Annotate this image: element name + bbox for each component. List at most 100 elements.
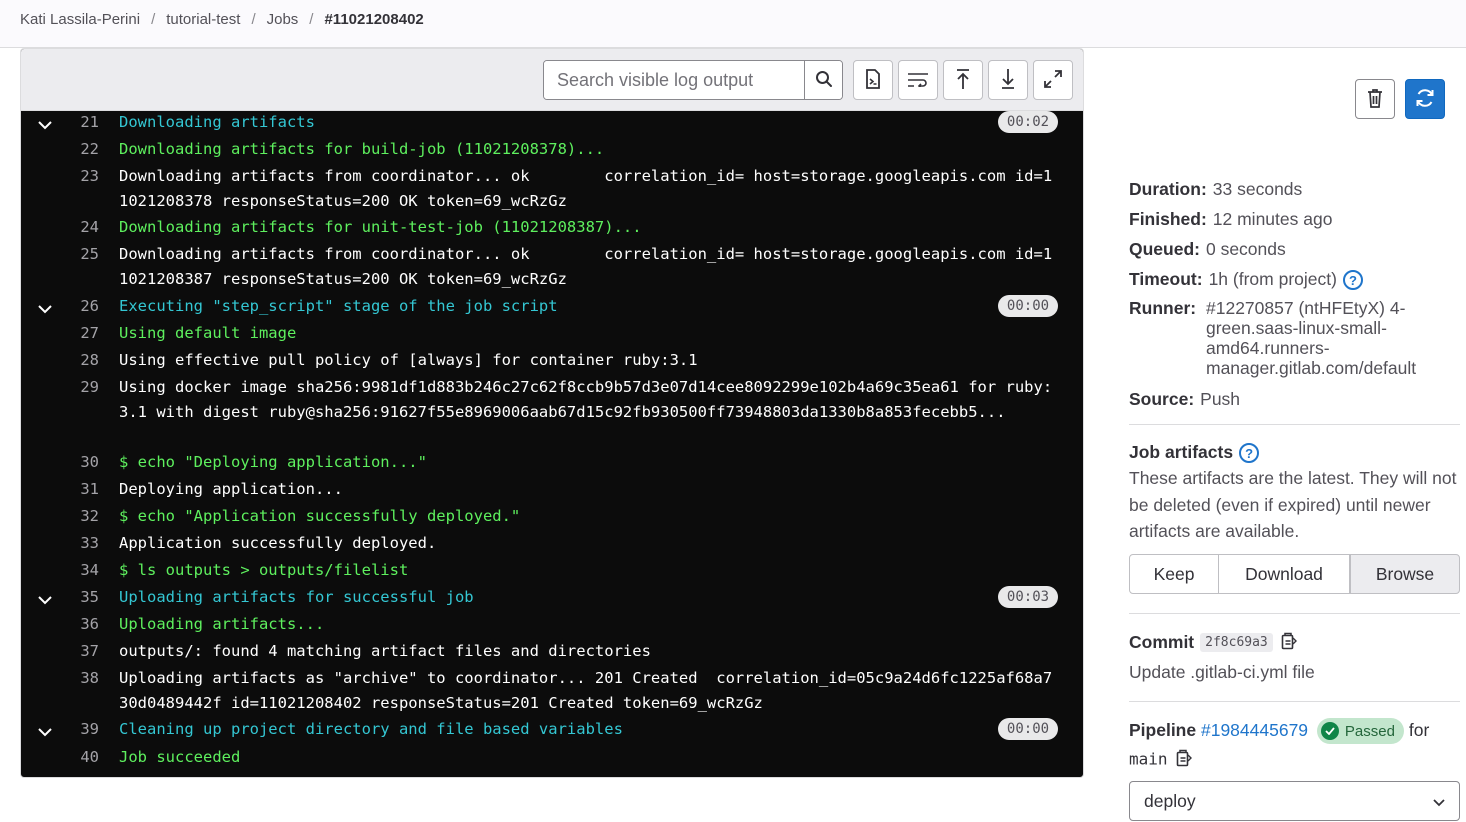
- log-line-text: Deploying application...: [119, 480, 343, 498]
- section-duration-badge: 00:03: [998, 586, 1058, 608]
- show-raw-log-button[interactable]: [853, 60, 893, 100]
- timeout-label: Timeout:: [1129, 269, 1203, 289]
- help-icon[interactable]: ?: [1239, 443, 1260, 464]
- chevron-down-icon[interactable]: [37, 301, 53, 317]
- check-circle-icon: [1320, 722, 1339, 740]
- divider: [1129, 424, 1460, 425]
- log-search-input[interactable]: [544, 61, 804, 99]
- commit-row: Commit 2f8c69a3: [1129, 632, 1297, 655]
- chevron-down-icon[interactable]: [37, 592, 53, 608]
- breadcrumb-job-id[interactable]: #11021208402: [324, 11, 423, 28]
- copy-icon[interactable]: [1176, 749, 1192, 771]
- log-line-text: Uploading artifacts as "archive" to coor…: [119, 669, 1053, 712]
- help-icon[interactable]: ?: [1342, 270, 1363, 291]
- scroll-top-icon: [955, 68, 971, 93]
- section-duration-badge: 00:02: [998, 111, 1058, 133]
- log-line-number: 30: [80, 453, 99, 471]
- log-line-number: 31: [80, 480, 99, 498]
- keep-artifacts-button[interactable]: Keep: [1129, 554, 1219, 594]
- artifact-actions: Keep Download Browse: [1129, 554, 1460, 594]
- scroll-to-top-button[interactable]: [943, 60, 983, 100]
- log-line-text: Downloading artifacts: [119, 113, 315, 131]
- log-line-text: $ echo "Application successfully deploye…: [119, 507, 521, 525]
- commit-message[interactable]: Update .gitlab-ci.yml file: [1129, 662, 1315, 683]
- log-line-text: Using docker image sha256:9981df1d883b24…: [119, 378, 1053, 421]
- log-line-number: 36: [80, 615, 99, 633]
- breadcrumb-project[interactable]: tutorial-test: [166, 11, 240, 28]
- log-line-number: 21: [80, 113, 99, 131]
- pipeline-link[interactable]: #1984445679: [1201, 720, 1308, 740]
- runner-value[interactable]: #12270857 (ntHFEtyX) 4-green.saas-linux-…: [1206, 298, 1451, 378]
- queued-label: Queued:: [1129, 239, 1200, 259]
- log-line-text: Downloading artifacts from coordinator..…: [119, 167, 1053, 210]
- branch-row: main: [1129, 749, 1192, 771]
- download-artifacts-button[interactable]: Download: [1219, 554, 1350, 594]
- section-duration-badge: 00:00: [998, 295, 1058, 317]
- source-label: Source:: [1129, 389, 1195, 409]
- log-line-text: Application successfully deployed.: [119, 534, 437, 552]
- log-line-text: $ echo "Deploying application...": [119, 453, 427, 471]
- log-output: 21 Downloading artifacts 00:02 22 Downlo…: [21, 111, 1083, 777]
- duration-value: 33 seconds: [1212, 179, 1303, 199]
- raw-log-icon: [864, 68, 882, 92]
- log-line-number: 26: [80, 297, 99, 315]
- log-line-text: Downloading artifacts for build-job (110…: [119, 140, 605, 158]
- breadcrumb-user[interactable]: Kati Lassila-Perini: [20, 11, 140, 28]
- job-duration: Duration: 33 seconds: [1129, 179, 1302, 200]
- job-log-panel: 21 Downloading artifacts 00:02 22 Downlo…: [20, 48, 1084, 778]
- log-line-text: Using default image: [119, 324, 297, 342]
- commit-sha[interactable]: 2f8c69a3: [1200, 633, 1273, 653]
- job-artifacts-title: Job artifacts?: [1129, 442, 1260, 464]
- log-line-number: 25: [80, 245, 99, 263]
- breadcrumb-separator: /: [251, 11, 256, 28]
- breadcrumb-jobs[interactable]: Jobs: [267, 11, 299, 28]
- log-line-number: 34: [80, 561, 99, 579]
- artifacts-description: These artifacts are the latest. They wil…: [1129, 468, 1457, 541]
- scroll-to-bottom-button[interactable]: [988, 60, 1028, 100]
- log-line-text: Using effective pull policy of [always] …: [119, 351, 698, 369]
- stage-dropdown[interactable]: deploy: [1129, 781, 1460, 821]
- finished-value: 12 minutes ago: [1212, 209, 1333, 229]
- fullscreen-button[interactable]: [1033, 60, 1073, 100]
- retry-icon: [1414, 87, 1436, 112]
- log-line-number: 23: [80, 167, 99, 185]
- log-line-text: Executing "step_script" stage of the job…: [119, 297, 558, 315]
- scroll-bottom-icon: [1000, 68, 1016, 93]
- log-line-text: Cleaning up project directory and file b…: [119, 720, 623, 738]
- log-search-button[interactable]: [804, 61, 842, 99]
- log-line-number: 28: [80, 351, 99, 369]
- copy-icon[interactable]: [1281, 632, 1297, 655]
- log-line-text: Downloading artifacts from coordinator..…: [119, 245, 1053, 288]
- status-text: Passed: [1344, 722, 1395, 740]
- status-badge[interactable]: Passed: [1316, 718, 1404, 744]
- log-line-text: Uploading artifacts for successful job: [119, 588, 474, 606]
- erase-job-button[interactable]: [1355, 79, 1395, 119]
- chevron-down-icon: [1433, 791, 1445, 812]
- log-toolbar: [21, 49, 1083, 111]
- job-queued: Queued: 0 seconds: [1129, 239, 1286, 260]
- retry-job-button[interactable]: [1405, 79, 1445, 119]
- line-wrap-button[interactable]: [898, 60, 938, 100]
- branch-name[interactable]: main: [1129, 750, 1168, 769]
- job-timeout: Timeout: 1h (from project)?: [1129, 269, 1363, 291]
- fullscreen-icon: [1044, 69, 1062, 91]
- log-line-number: 29: [80, 378, 99, 396]
- browse-artifacts-button[interactable]: Browse: [1350, 554, 1460, 594]
- source-value: Push: [1200, 389, 1241, 409]
- runner-label: Runner:: [1129, 298, 1197, 318]
- log-line-text: Job succeeded: [119, 748, 241, 766]
- finished-label: Finished:: [1129, 209, 1207, 229]
- log-line-number: 40: [80, 748, 99, 766]
- top-bar: Kati Lassila-Perini / tutorial-test / Jo…: [0, 0, 1466, 48]
- line-wrap-icon: [907, 71, 929, 90]
- duration-label: Duration:: [1129, 179, 1207, 199]
- chevron-down-icon[interactable]: [37, 117, 53, 133]
- commit-label: Commit: [1129, 632, 1195, 653]
- divider: [1129, 701, 1460, 702]
- job-artifacts-title-text: Job artifacts: [1129, 442, 1234, 462]
- log-line-number: 35: [80, 588, 99, 606]
- chevron-down-icon[interactable]: [37, 724, 53, 740]
- log-line-number: 24: [80, 218, 99, 236]
- divider: [1129, 613, 1460, 614]
- trash-icon: [1367, 88, 1383, 111]
